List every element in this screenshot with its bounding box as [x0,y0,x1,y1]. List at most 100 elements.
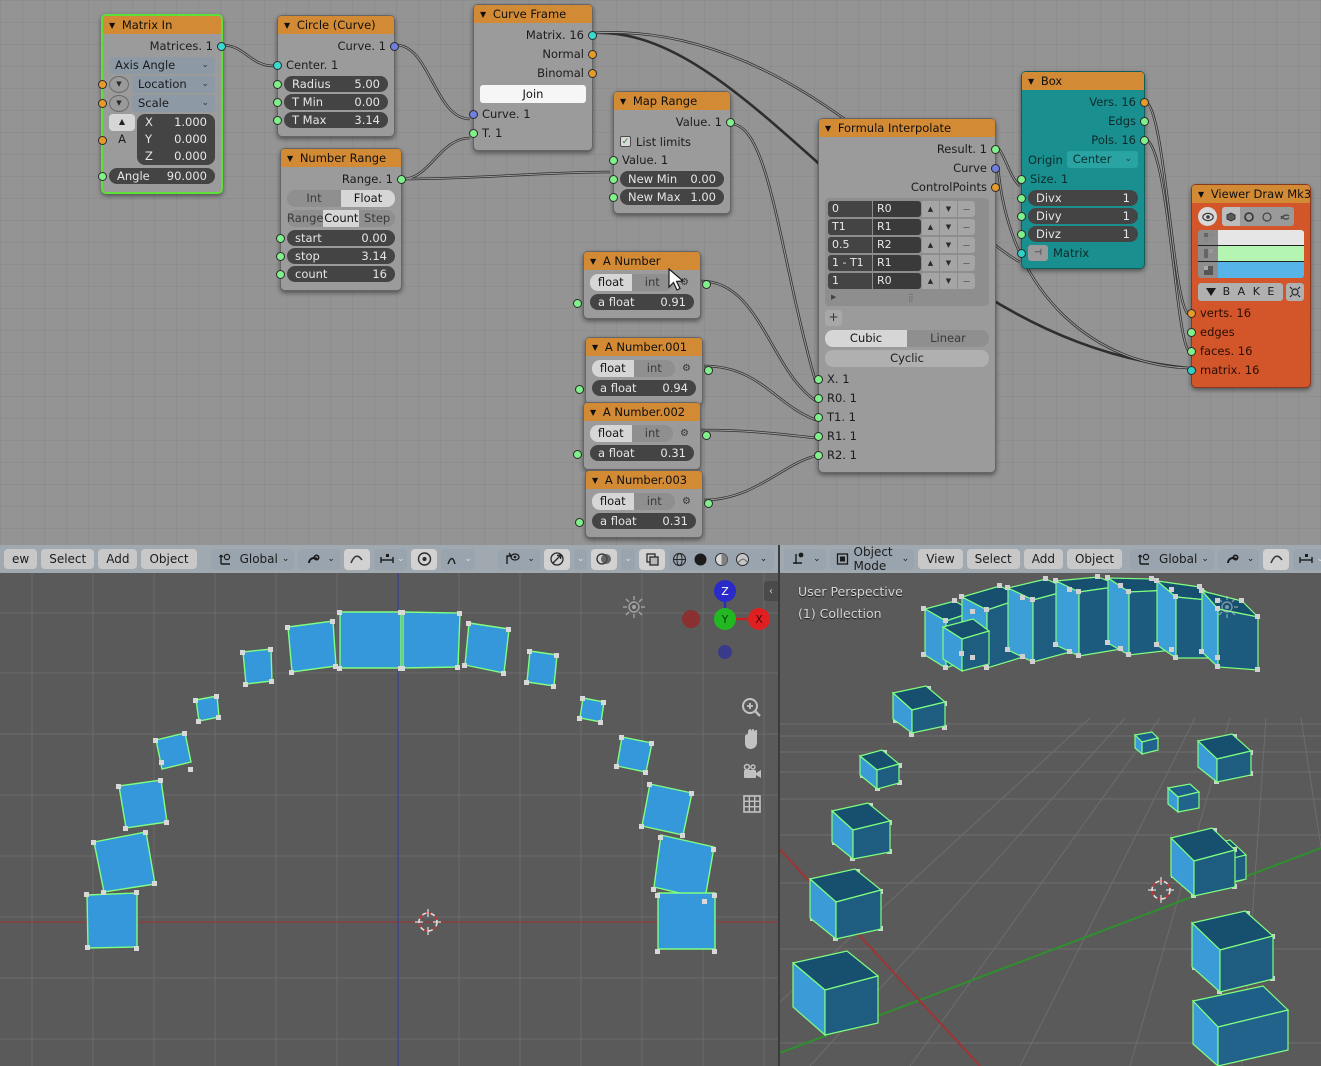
menu-object[interactable]: Object [1066,549,1123,569]
move-up-button[interactable]: ▲ [922,255,939,271]
node-header-box[interactable]: ▼ Box [1022,72,1144,90]
location-collapse-icon[interactable]: ▼ [109,76,129,93]
field-divx[interactable]: Divx 1 [1028,190,1138,206]
dropdown-location[interactable]: Location ⌄ [132,76,215,93]
formula-y-field[interactable]: R2 [873,237,921,253]
proportional-edit-icon[interactable] [347,549,367,569]
matrix-link-icon[interactable]: ⊣ [1028,245,1048,261]
chevron-down-icon[interactable]: ⌄ [577,554,585,564]
socket-row-result-out[interactable]: Result. 1 [825,141,1000,158]
snap-toggle-group[interactable]: ⌄ [298,548,340,570]
move-down-button[interactable]: ▼ [940,255,957,271]
formula-row[interactable]: T1 R1 ▲ ▼ — [828,219,986,235]
move-up-button[interactable]: ▲ [922,219,939,235]
chevron-down-icon[interactable]: ⌄ [1247,554,1255,564]
editor-type-icon[interactable] [789,549,809,569]
menu-view[interactable]: ew [4,549,38,569]
socket-row-pols-out[interactable]: Pols. 16 [1028,132,1149,149]
viewport-left-header[interactable]: ew Select Add Object Global ⌄ ⌄ ⌄ ⌄ ⌄ ⌄ … [0,545,778,573]
sidebar-collapse-arrow[interactable]: ‹ [764,581,778,601]
socket-matrices-out[interactable] [217,42,226,51]
move-up-button[interactable]: ▲ [922,273,939,289]
node-circle-curve[interactable]: ▼ Circle (Curve) Curve. 1 Center. 1 Radi… [273,15,399,137]
bake-button[interactable]: B A K E [1198,283,1283,301]
field-a-float[interactable]: a float 0.91 [590,294,694,310]
socket-row-size-in[interactable]: Size. 1 [1017,171,1138,188]
socket-row-matrix-in[interactable]: matrix. 16 [1187,362,1304,379]
segment-int[interactable]: int [633,360,675,377]
formula-table[interactable]: 0 R0 ▲ ▼ — T1 R1 ▲ ▼ — 0.5 R2 ▲ ▼ — 1 - … [825,198,989,306]
xray-icon[interactable] [642,549,662,569]
segment-step[interactable]: Step [359,210,396,227]
edges-color-swatch[interactable] [1218,246,1304,261]
viewport-right-canvas[interactable]: User Perspective (1) Collection [780,573,1321,1066]
socket-curve-out[interactable] [991,164,1000,173]
segmented-number-type[interactable]: float int [590,274,673,291]
segment-int[interactable]: int [633,493,675,510]
segmented-number-type[interactable]: float int [592,360,675,377]
axis-expand-icon[interactable]: ▲ [109,114,135,131]
collapse-triangle-icon[interactable]: ▼ [109,21,115,30]
faces-display-icon[interactable] [1258,207,1276,226]
socket-row-curve-in[interactable]: Curve. 1 [469,106,586,123]
socket-curve-out[interactable] [390,42,399,51]
editor-type-selector[interactable]: ⌄ [784,548,826,570]
formula-row[interactable]: 0 R0 ▲ ▼ — [828,201,986,217]
socket-faces-in[interactable] [1187,347,1196,356]
falloff-icon[interactable] [1296,549,1316,569]
segment-int[interactable]: Int [287,190,341,207]
socket-row-r0-in[interactable]: R0. 1 [814,390,989,407]
socket-start-in[interactable] [276,234,285,243]
socket-r0-in[interactable] [814,394,823,403]
segmented-number-type[interactable]: Int Float [287,190,395,207]
node-header-a-number-1[interactable]: ▼ A Number.001 [586,338,702,356]
collapse-triangle-icon[interactable]: ▼ [284,21,290,30]
node-header-circle-curve[interactable]: ▼ Circle (Curve) [278,16,394,34]
chevron-down-icon[interactable]: ⌄ [624,554,632,564]
magnet-icon[interactable] [303,549,323,569]
socket-row-matrix-out[interactable]: Matrix. 16 [480,27,597,44]
move-up-button[interactable]: ▲ [922,201,939,217]
proportional-falloff-group[interactable]: ⌄ [373,548,408,570]
collapse-triangle-icon[interactable]: ▼ [825,124,831,133]
node-header-number-range[interactable]: ▼ Number Range [281,149,401,167]
socket-normal-out[interactable] [588,50,597,59]
socket-float-in[interactable] [573,299,582,308]
socket-center-in[interactable] [273,61,282,70]
socket-row-edgs-out[interactable]: Edgs [1028,113,1149,130]
node-formula-interpolate[interactable]: ▼ Formula Interpolate Result. 1 Curve Co… [814,118,1000,473]
field-divy[interactable]: Divy 1 [1028,208,1138,224]
socket-divx-in[interactable] [1017,194,1026,203]
segment-linear[interactable]: Linear [907,330,989,347]
segmented-number-type[interactable]: float int [590,425,673,442]
move-down-button[interactable]: ▼ [940,201,957,217]
socket-t-in[interactable] [469,129,478,138]
socket-result-out[interactable] [991,145,1000,154]
move-down-button[interactable]: ▼ [940,237,957,253]
wireframe-shading-icon[interactable] [669,549,690,570]
socket-row-faces-in[interactable]: faces. 16 [1187,343,1304,360]
formula-y-field[interactable]: R1 [873,255,921,271]
field-a-float[interactable]: a float 0.31 [592,513,696,529]
socket-pols-out[interactable] [1140,136,1149,145]
material-shading-icon[interactable] [711,549,732,570]
socket-row-matrices-out[interactable]: Matrices. 1 [109,38,226,55]
chevron-down-icon[interactable]: ⌄ [397,554,405,564]
proportional-edit-icon[interactable] [1266,549,1286,569]
collapse-triangle-icon[interactable]: ▼ [1198,190,1204,199]
node-curve-frame[interactable]: ▼ Curve Frame Matrix. 16 Normal Binomal … [469,4,597,151]
node-matrix-in[interactable]: ▼ Matrix In Matrices. 1 Axis Angle ⌄ ▼ L… [98,14,226,194]
viewport-left-canvas[interactable]: Z Y X ‹ [0,573,778,1066]
formula-x-field[interactable]: 0.5 [828,237,872,253]
socket-r2-in[interactable] [814,451,823,460]
collapse-triangle-icon[interactable]: ▼ [592,476,598,485]
field-axis-y[interactable]: Y 0.000 [137,131,215,148]
socket-float-in[interactable] [575,518,584,527]
socket-edges-in[interactable] [1187,328,1196,337]
chevron-down-icon[interactable]: ⌄ [464,554,472,564]
socket-row-r2-in[interactable]: R2. 1 [814,447,989,464]
node-viewer-draw-mk3[interactable]: ▼ Viewer Draw Mk3 B A K E verts. 16 edge… [1187,184,1311,388]
field-tmin[interactable]: T Min 0.00 [284,94,388,110]
gizmo-toggle-group[interactable] [543,548,570,570]
faces-color-swatch[interactable] [1218,262,1304,278]
